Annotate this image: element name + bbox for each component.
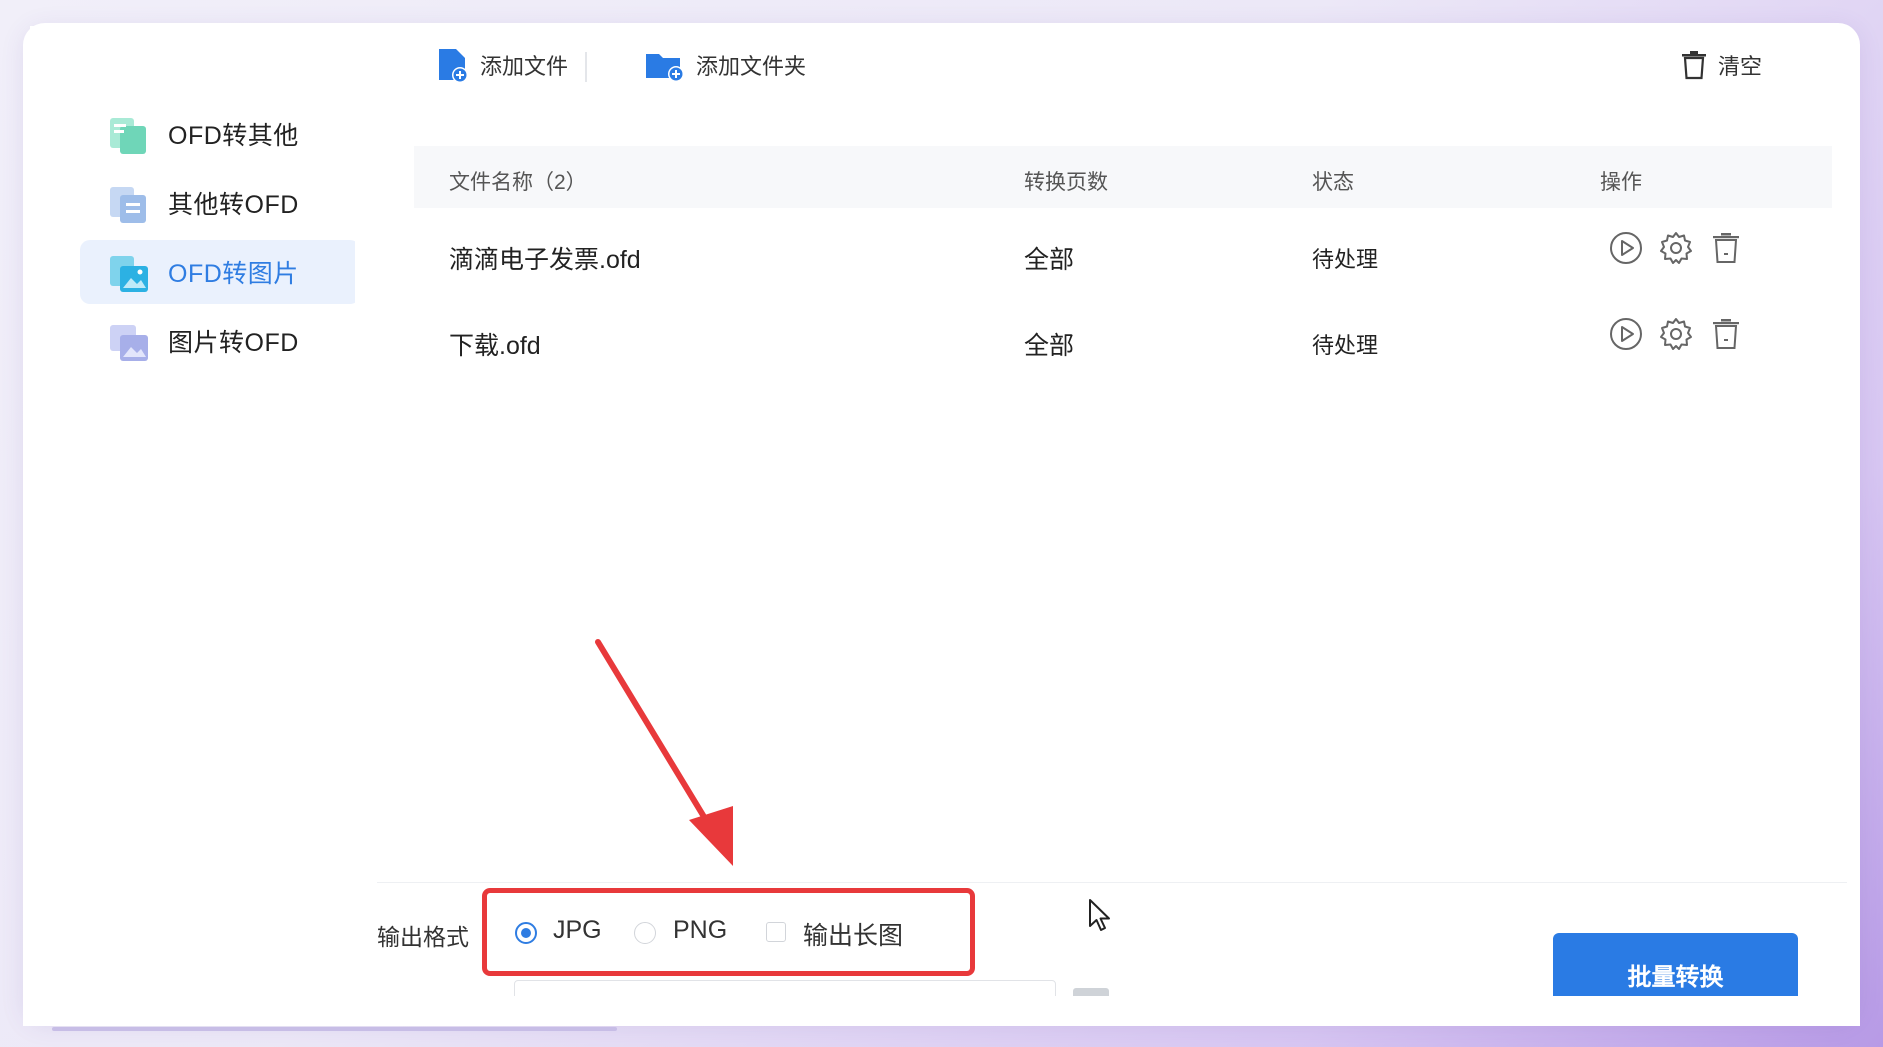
horizontal-scrollbar[interactable] — [52, 1027, 617, 1031]
page-range: 全部 — [1024, 246, 1075, 274]
column-header-pages: 转换页数 — [1024, 171, 1108, 194]
column-header-name: 文件名称（2） — [449, 171, 587, 194]
trash-icon[interactable] — [1708, 230, 1744, 266]
sidebar-item-other-to-ofd[interactable]: 其他转OFD — [80, 171, 360, 235]
status-text: 待处理 — [1312, 333, 1379, 358]
clear-label: 清空 — [1718, 54, 1763, 79]
gear-icon[interactable] — [1658, 316, 1694, 352]
table-row: 下载.ofd 全部 待处理 — [414, 300, 1832, 380]
table-row: 滴滴电子发票.ofd 全部 待处理 — [414, 214, 1832, 294]
status-text: 待处理 — [1312, 247, 1379, 272]
window-bottom-edge — [23, 996, 1860, 1026]
play-icon[interactable] — [1608, 316, 1644, 352]
image-to-ofd-icon — [110, 325, 148, 361]
sidebar-item-ofd-to-image[interactable]: OFD转图片 — [80, 240, 360, 304]
file-name: 下载.ofd — [449, 332, 541, 360]
add-folder-label: 添加文件夹 — [696, 54, 807, 79]
sidebar-item-image-to-ofd[interactable]: 图片转OFD — [80, 309, 360, 373]
add-file-icon — [439, 49, 468, 83]
file-table-header: 文件名称（2） 转换页数 状态 操作 — [414, 146, 1832, 208]
trash-icon[interactable] — [1708, 316, 1744, 352]
page-range: 全部 — [1024, 332, 1075, 360]
mouse-cursor-icon — [1089, 899, 1110, 931]
sidebar: OFD转其他 其他转OFD OFD转图片 图片转OFD — [30, 26, 360, 996]
add-folder-button[interactable]: 添加文件夹 — [644, 44, 806, 86]
sidebar-item-ofd-to-other[interactable]: OFD转其他 — [80, 102, 360, 166]
sidebar-item-label: OFD转图片 — [168, 260, 299, 288]
clear-button[interactable]: 清空 — [1680, 44, 1762, 86]
annotation-highlight-box — [482, 888, 975, 976]
gear-icon[interactable] — [1658, 230, 1694, 266]
ofd-to-image-icon — [110, 256, 148, 292]
add-folder-icon — [646, 54, 684, 82]
other-to-ofd-icon — [110, 187, 146, 223]
add-file-label: 添加文件 — [480, 54, 569, 79]
sidebar-item-label: 图片转OFD — [168, 329, 299, 357]
sidebar-item-label: 其他转OFD — [168, 191, 299, 219]
sidebar-item-label: OFD转其他 — [168, 122, 299, 150]
column-header-status: 状态 — [1312, 171, 1354, 194]
play-icon[interactable] — [1608, 230, 1644, 266]
column-header-actions: 操作 — [1600, 171, 1642, 194]
ofd-to-other-icon — [110, 118, 146, 154]
output-format-label: 输出格式 — [377, 924, 469, 950]
trash-icon — [1682, 51, 1706, 80]
add-file-button[interactable]: 添加文件 — [436, 44, 568, 86]
toolbar-divider — [585, 52, 587, 82]
file-name: 滴滴电子发票.ofd — [449, 246, 641, 274]
